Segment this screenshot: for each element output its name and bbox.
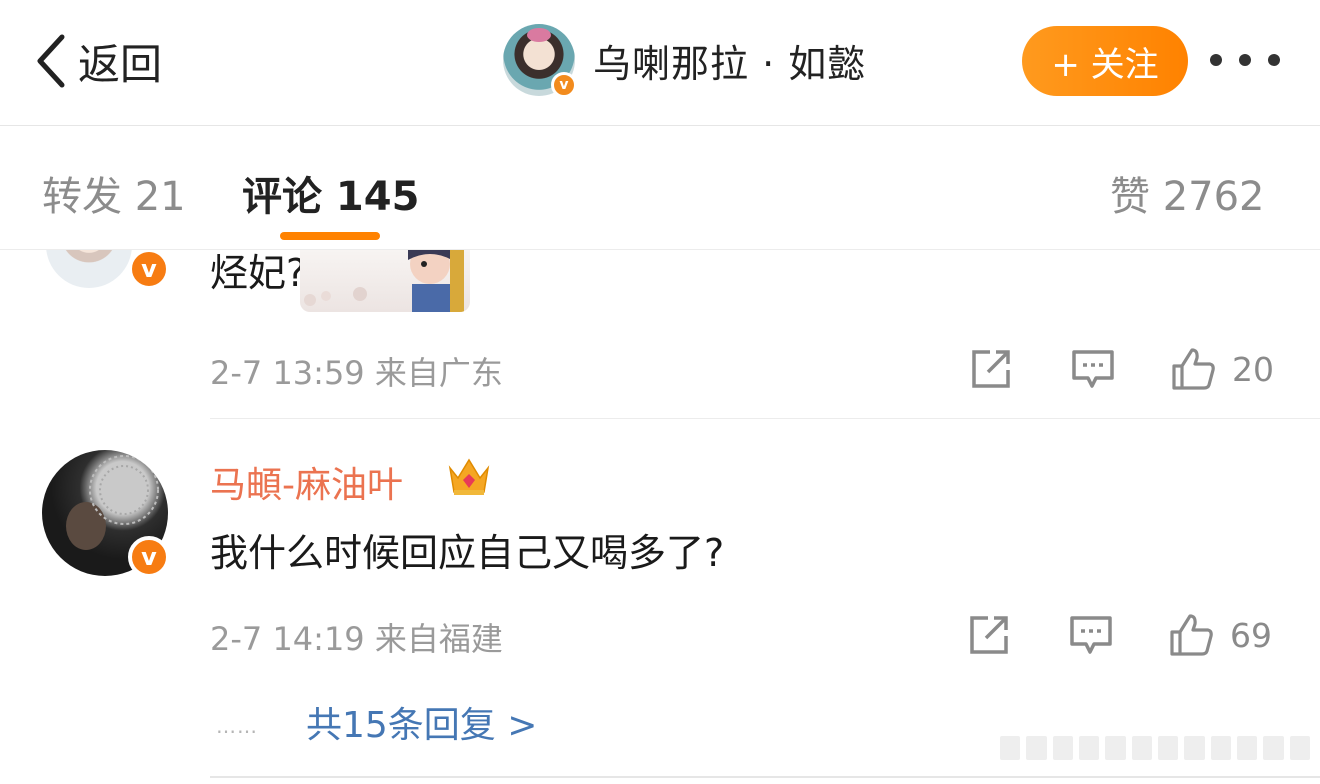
repost-button[interactable] [968, 346, 1014, 392]
like-button[interactable]: 69 [1168, 612, 1272, 658]
tab-likes[interactable]: 赞 2762 [1110, 164, 1265, 222]
like-count: 69 [1230, 615, 1272, 655]
comment-list[interactable]: v 烃妃?? 2-7 13:59 来自广东 20 v 马頔-麻油叶 我什么时候回… [0, 250, 1320, 784]
comment-meta: 2-7 14:19 来自福建 [210, 620, 503, 658]
active-tab-indicator [280, 232, 380, 240]
verified-badge-icon: v [128, 536, 170, 578]
profile-avatar[interactable]: v [503, 24, 577, 98]
verified-badge-icon: v [551, 72, 577, 98]
tab-reposts[interactable]: 转发 21 [42, 164, 186, 222]
sticker-cartoon-icon [304, 250, 464, 312]
more-dots-icon[interactable] [1210, 46, 1280, 74]
comment-meta: 2-7 13:59 来自广东 [210, 354, 503, 392]
repost-icon [970, 616, 1008, 654]
profile-name: 乌喇那拉 · 如懿 [593, 41, 867, 86]
comment-button[interactable] [1070, 346, 1116, 392]
tab-bar: 转发 21 评论 145 赞 2762 [0, 126, 1320, 250]
like-icon [1170, 614, 1213, 656]
tab-comments[interactable]: 评论 145 [242, 164, 419, 222]
more-dot [1210, 54, 1222, 66]
repost-icon [972, 350, 1010, 388]
comment-button[interactable] [1068, 612, 1114, 658]
comment-sticker-image [300, 250, 470, 312]
back-button[interactable]: 返回 [30, 28, 162, 94]
back-label: 返回 [78, 39, 163, 89]
repost-button[interactable] [966, 612, 1012, 658]
comment-divider [210, 776, 1320, 778]
like-icon [1172, 348, 1215, 390]
like-count: 20 [1232, 349, 1274, 389]
commenter-name[interactable]: 马頔-麻油叶 [210, 456, 403, 508]
profile-header[interactable]: v 乌喇那拉 · 如懿 [503, 24, 867, 98]
follow-button[interactable]: + 关注 [1022, 26, 1188, 96]
watermark-stripe [1000, 736, 1310, 760]
comment-icon [1072, 350, 1114, 388]
comment-icon [1070, 616, 1112, 654]
comment-text: 我什么时候回应自己又喝多了? [210, 531, 725, 575]
commenter-avatar[interactable] [46, 250, 132, 288]
more-dot [1268, 54, 1280, 66]
replies-ellipsis: …… [216, 714, 258, 738]
top-nav-bar: 返回 v 乌喇那拉 · 如懿 + 关注 [0, 0, 1320, 126]
crown-icon [448, 458, 490, 495]
avatar-flower-ornament [527, 28, 551, 42]
verified-badge-icon: v [128, 250, 170, 290]
view-replies-link[interactable]: 共15条回复 > [306, 696, 537, 748]
like-button[interactable]: 20 [1170, 346, 1274, 392]
comment-divider [210, 418, 1320, 419]
more-dot [1239, 54, 1251, 66]
back-chevron-icon [37, 34, 65, 88]
